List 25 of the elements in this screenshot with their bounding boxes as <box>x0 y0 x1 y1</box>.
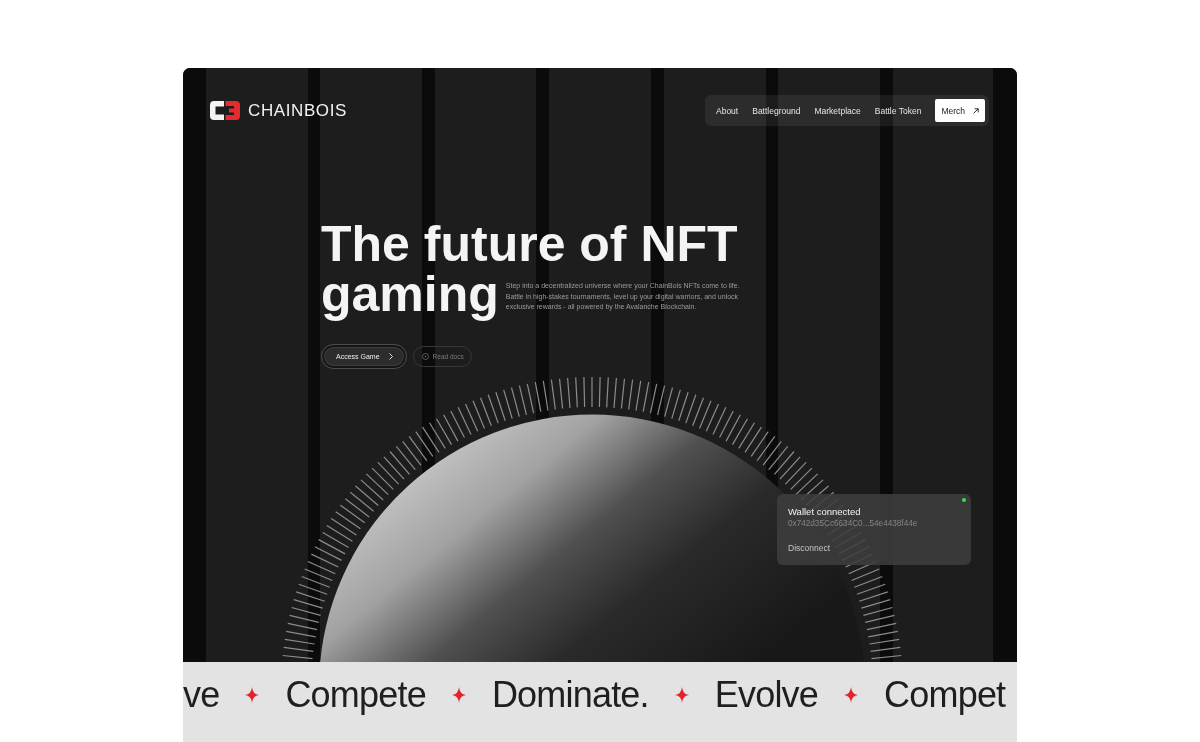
sparkle-icon <box>245 687 260 703</box>
wallet-title: Wallet connected <box>788 506 862 517</box>
wallet-address: 0x742d35Cc6634C0...54e4438f44e <box>788 519 919 529</box>
hero-title-line: The future of NFT <box>321 219 738 269</box>
merch-button[interactable]: Merch <box>935 99 985 122</box>
ticker-word: Compete <box>285 675 426 715</box>
hero-title-line: gaming <box>321 269 499 319</box>
sparkle-icon <box>451 687 466 703</box>
sparkle-icon <box>844 687 859 703</box>
nav-link[interactable]: Marketplace <box>814 105 861 116</box>
logo-mark-icon[interactable] <box>210 101 240 120</box>
ticker-word: ve <box>183 675 220 715</box>
disconnect-link[interactable]: Disconnect <box>788 543 831 554</box>
nav-link[interactable]: Battleground <box>752 105 801 116</box>
ticker-word: Evolve <box>714 675 819 715</box>
nav-link[interactable]: About <box>716 105 739 116</box>
arrow-up-right-icon <box>973 107 979 114</box>
logo-wordmark[interactable]: CHAINBOIS <box>248 102 347 119</box>
circle-dot-icon <box>421 353 429 360</box>
sparkle-icon <box>674 687 689 703</box>
nav-link[interactable]: Battle Token <box>874 105 922 116</box>
chevron-right-icon <box>388 353 393 360</box>
ticker-word: Compet <box>884 675 1006 715</box>
ticker-word: Dominate. <box>491 675 649 715</box>
status-dot-icon <box>962 498 966 502</box>
